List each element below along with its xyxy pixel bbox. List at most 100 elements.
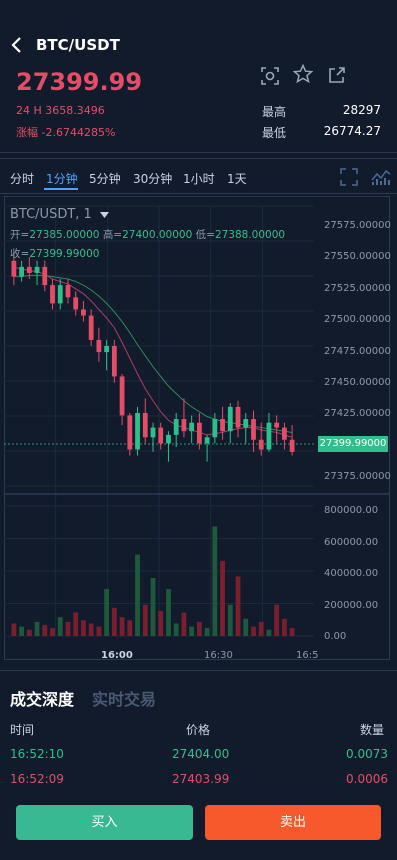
- candlestick-chart[interactable]: [4, 196, 390, 660]
- volume-bar: [251, 626, 256, 636]
- trade-qty: 0.0073: [346, 747, 388, 761]
- tab-interval-1[interactable]: 1分钟: [46, 170, 78, 187]
- volume-bar: [196, 621, 202, 636]
- time-tick: 16:30: [204, 650, 233, 661]
- tab-interval-3[interactable]: 30分钟: [133, 170, 172, 187]
- volume-bar: [111, 607, 117, 636]
- ohlc-line-1: 开=27385.00000 高=27400.00000 低=27388.0000…: [10, 227, 285, 242]
- volume-bar: [81, 620, 86, 636]
- volume-bar: [258, 621, 264, 636]
- volume-bar: [204, 628, 210, 636]
- volume-bar: [26, 629, 32, 636]
- share-icon[interactable]: [327, 65, 347, 85]
- col-time: 时间: [10, 723, 35, 737]
- trade-price: 27404.00: [172, 747, 230, 761]
- volume-tick: 800000.00: [324, 505, 379, 516]
- volume-bar: [282, 618, 287, 636]
- scan-icon[interactable]: [260, 66, 280, 86]
- header-divider-2: [0, 158, 397, 159]
- candle: [73, 297, 79, 310]
- candle: [289, 439, 295, 452]
- candle: [158, 427, 164, 444]
- last-price: 27399.99: [16, 68, 143, 96]
- candle: [196, 422, 202, 444]
- candle: [57, 285, 63, 304]
- trade-qty: 0.0006: [346, 772, 388, 786]
- volume-bar: [212, 526, 218, 636]
- header-divider: [0, 152, 397, 153]
- trade-time: 16:52:09: [10, 772, 64, 786]
- dropdown-caret-icon: [99, 211, 109, 218]
- back-arrow-icon[interactable]: [10, 36, 24, 54]
- price-tick: 27500.00000: [324, 314, 391, 325]
- candle: [111, 346, 117, 377]
- candle: [34, 266, 40, 273]
- volume-bar: [220, 560, 225, 636]
- candle: [50, 285, 55, 304]
- volume-bar: [19, 626, 24, 636]
- low-label: 最低: [262, 126, 287, 140]
- candle: [258, 439, 264, 450]
- tab-interval-4[interactable]: 1小时: [183, 170, 215, 187]
- volume-bar: [119, 617, 125, 636]
- ohlc-line-2: 收=27399.99000: [10, 246, 99, 261]
- candle: [42, 266, 48, 286]
- tab-interval-5[interactable]: 1天: [227, 170, 247, 187]
- sell-button[interactable]: 卖出: [205, 805, 381, 840]
- volume-tick: 200000.00: [324, 600, 379, 611]
- volume-bar: [96, 626, 102, 636]
- price-tick: 27375.00000: [324, 471, 391, 482]
- high-label-chart: 高=: [102, 229, 123, 241]
- volume-bar: [127, 620, 133, 636]
- low-value: 26774.27: [323, 124, 381, 138]
- candle: [235, 406, 241, 428]
- chart-symbol[interactable]: BTC/USDT, 1: [10, 207, 109, 222]
- chart-symbol-text: BTC/USDT, 1: [10, 207, 92, 222]
- active-tab-underline: [44, 188, 78, 190]
- trade-price: 27403.99: [172, 772, 230, 786]
- candle: [166, 434, 171, 444]
- candle: [212, 419, 218, 438]
- volume-tick: 400000.00: [324, 568, 379, 579]
- volume-bar: [150, 578, 156, 636]
- volume-bar: [73, 612, 79, 636]
- buy-button[interactable]: 买入: [16, 805, 193, 840]
- volume-bar: [266, 629, 272, 636]
- indicator-icon[interactable]: [371, 168, 391, 186]
- candle: [204, 437, 210, 444]
- fullscreen-icon[interactable]: [340, 168, 358, 186]
- volume-bar: [243, 618, 249, 636]
- volume-bar: [65, 621, 71, 636]
- price-tick: 27525.00000: [324, 283, 391, 294]
- candle: [19, 266, 24, 277]
- high-value: 28297: [342, 103, 381, 117]
- low-label-chart: 低=: [195, 229, 215, 241]
- low-value-chart: 27388.00000: [214, 229, 286, 241]
- volume-bar: [104, 589, 110, 636]
- star-icon[interactable]: [293, 64, 313, 84]
- tab-depth[interactable]: 成交深度: [10, 686, 74, 710]
- candle: [189, 422, 195, 432]
- time-tick: 16:00: [101, 650, 133, 661]
- volume-24h: 24 H 3658.3496: [16, 104, 105, 117]
- tab-realtime[interactable]: 实时交易: [92, 686, 156, 710]
- volume-bar: [142, 604, 148, 636]
- col-price: 价格: [186, 723, 211, 737]
- volume-bar: [158, 610, 164, 636]
- tab-interval-2[interactable]: 5分钟: [89, 170, 121, 187]
- price-tick: 27425.00000: [324, 408, 391, 419]
- volume-bar: [135, 554, 140, 636]
- volume-bar: [227, 604, 233, 636]
- chart-grid: [4, 205, 314, 637]
- volume-bar: [274, 604, 280, 636]
- time-tick: 16:5: [296, 650, 319, 661]
- trade-time: 16:52:10: [10, 747, 64, 761]
- close-label: 收=: [10, 248, 30, 260]
- price-tick: 27550.00000: [324, 251, 391, 262]
- candle: [96, 339, 102, 353]
- open-label: 开=: [10, 229, 30, 241]
- candle: [274, 422, 280, 428]
- tab-interval-0[interactable]: 分时: [10, 170, 34, 187]
- candle: [11, 260, 17, 277]
- last-price-tag: 27399.99000: [318, 436, 388, 452]
